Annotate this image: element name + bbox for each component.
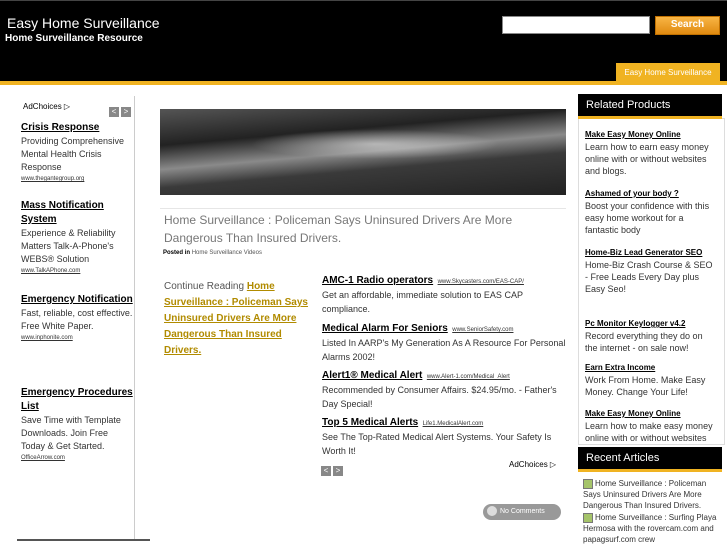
related-desc: Learn how to earn easy money online with… xyxy=(585,142,709,176)
related-title[interactable]: Make Easy Money Online xyxy=(585,129,715,141)
mid-ad-4: Top 5 Medical Alerts Life1.MedicalAlert.… xyxy=(322,412,567,458)
nav-tab-home[interactable]: Easy Home Surveillance xyxy=(616,63,720,82)
search-button[interactable]: Search xyxy=(655,16,720,35)
mid-ad-1: AMC-1 Radio operators www.Skycasters.com… xyxy=(322,270,567,316)
search-input[interactable] xyxy=(502,16,650,34)
left-ad-2: Mass Notification System Experience & Re… xyxy=(21,199,133,276)
ad-url[interactable]: Life1.MedicalAlert.com xyxy=(423,421,484,427)
continue-reading: Continue Reading Home Surveillance : Pol… xyxy=(164,279,316,359)
related-title[interactable]: Make Easy Money Online xyxy=(585,408,715,420)
comment-icon xyxy=(487,506,497,517)
ad-url[interactable]: www.thegantegroup.org xyxy=(21,174,133,184)
ad-desc: Save Time with Template Downloads. Join … xyxy=(21,415,121,451)
ad-title[interactable]: Alert1® Medical Alert xyxy=(322,370,422,381)
ad-title[interactable]: Emergency Procedures List xyxy=(21,386,133,414)
ad-url[interactable]: OfficeArrow.com xyxy=(21,453,133,463)
ad-title[interactable]: AMC-1 Radio operators xyxy=(322,275,433,286)
site-subtitle: Home Surveillance Resource xyxy=(5,33,143,44)
continue-label: Continue Reading xyxy=(164,281,245,292)
ad-title[interactable]: Medical Alarm For Seniors xyxy=(322,323,448,334)
ad-desc: Fast, reliable, cost effective. Free Whi… xyxy=(21,308,133,331)
related-title[interactable]: Ashamed of your body ? xyxy=(585,188,715,200)
adchoices-label[interactable]: AdChoices ▷ xyxy=(23,102,70,111)
posted-in-label: Posted in xyxy=(163,250,191,256)
ad-url[interactable]: www.Alert-1.com/Medical_Alert xyxy=(427,374,510,380)
ad-url[interactable]: www.TalkAPhone.com xyxy=(21,266,133,276)
related-title[interactable]: Home-Biz Lead Generator SEO xyxy=(585,247,715,259)
ad-title[interactable]: Crisis Response xyxy=(21,121,133,135)
ad-desc: Experience & Reliability Matters Talk-A-… xyxy=(21,228,116,264)
related-products-heading: Related Products xyxy=(578,94,722,119)
site-title[interactable]: Easy Home Surveillance xyxy=(7,15,160,31)
ad-desc: Get an affordable, immediate solution to… xyxy=(322,290,523,314)
no-comments-button[interactable]: No Comments xyxy=(483,504,561,520)
post-hero-image xyxy=(160,109,566,195)
mid-ad-2: Medical Alarm For Seniors www.SeniorSafe… xyxy=(322,318,567,364)
horizontal-scrollbar[interactable] xyxy=(17,539,150,541)
adchoices-label[interactable]: AdChoices ▷ xyxy=(509,460,556,469)
adchoices-text: AdChoices xyxy=(23,102,62,111)
related-title[interactable]: Pc Monitor Keylogger v4.2 xyxy=(585,318,715,330)
left-ad-4: Emergency Procedures List Save Time with… xyxy=(21,386,133,463)
next-arrow-icon[interactable]: > xyxy=(121,107,131,117)
left-ad-1: Crisis Response Providing Comprehensive … xyxy=(21,121,133,184)
ad-url[interactable]: www.inphonite.com xyxy=(21,333,133,343)
post-title[interactable]: Home Surveillance : Policeman Says Unins… xyxy=(164,211,564,247)
ad-url[interactable]: www.Skycasters.com/EAS-CAP/ xyxy=(438,279,524,285)
post-meta: Posted in Home Surveillance Videos xyxy=(163,250,262,256)
category-link[interactable]: Home Surveillance Videos xyxy=(192,250,262,256)
related-desc: Work From Home. Make Easy Money. Change … xyxy=(585,375,706,397)
recent-article[interactable]: Home Surveillance : Surfing Playa Hermos… xyxy=(583,512,721,545)
left-ad-nav: < > xyxy=(109,101,133,119)
article-icon xyxy=(583,512,593,523)
header-divider xyxy=(0,81,727,85)
related-item: Earn Extra Income Work From Home. Make E… xyxy=(585,362,715,398)
ad-title[interactable]: Top 5 Medical Alerts xyxy=(322,417,418,428)
related-desc: Boost your confidence with this easy hom… xyxy=(585,201,710,235)
related-title[interactable]: Earn Extra Income xyxy=(585,362,715,374)
next-arrow-icon[interactable]: > xyxy=(333,466,343,476)
adchoices-text: AdChoices xyxy=(509,460,548,469)
related-desc: Record everything they do on the interne… xyxy=(585,331,703,353)
recent-articles-heading: Recent Articles xyxy=(578,447,722,472)
mid-ad-3: Alert1® Medical Alert www.Alert-1.com/Me… xyxy=(322,365,567,411)
site-header: Easy Home Surveillance Home Surveillance… xyxy=(0,0,727,82)
related-desc: Learn how to make easy money online with… xyxy=(585,421,713,441)
related-item: Pc Monitor Keylogger v4.2 Record everyth… xyxy=(585,318,715,354)
related-item: Home-Biz Lead Generator SEO Home-Biz Cra… xyxy=(585,247,715,295)
ad-title[interactable]: Emergency Notification xyxy=(21,293,133,307)
related-item: Make Easy Money Online Learn how to make… xyxy=(585,408,715,441)
ad-desc: See The Top-Rated Medical Alert Systems.… xyxy=(322,432,552,456)
adchoices-icon: ▷ xyxy=(63,102,71,111)
related-item: Make Easy Money Online Learn how to earn… xyxy=(585,129,715,177)
prev-arrow-icon[interactable]: < xyxy=(109,107,119,117)
related-item: Ashamed of your body ? Boost your confid… xyxy=(585,188,715,236)
ad-desc: Providing Comprehensive Mental Health Cr… xyxy=(21,136,125,172)
mid-ad-nav: < > xyxy=(321,460,345,478)
no-comments-label: No Comments xyxy=(500,508,545,515)
continue-link[interactable]: Home Surveillance : Policeman Says Unins… xyxy=(164,281,308,356)
ad-desc: Recommended by Consumer Affairs. $24.95/… xyxy=(322,385,557,409)
adchoices-icon: ▷ xyxy=(549,460,557,469)
recent-article[interactable]: Home Surveillance : Policeman Says Unins… xyxy=(583,478,721,511)
left-ad-3: Emergency Notification Fast, reliable, c… xyxy=(21,293,133,343)
prev-arrow-icon[interactable]: < xyxy=(321,466,331,476)
related-desc: Home-Biz Crash Course & SEO - Free Leads… xyxy=(585,260,713,294)
article-icon xyxy=(583,478,593,489)
ad-desc: Listed In AARP's My Generation As A Reso… xyxy=(322,338,566,362)
ad-title[interactable]: Mass Notification System xyxy=(21,199,133,227)
ad-url[interactable]: www.SeniorSafety.com xyxy=(452,327,513,333)
